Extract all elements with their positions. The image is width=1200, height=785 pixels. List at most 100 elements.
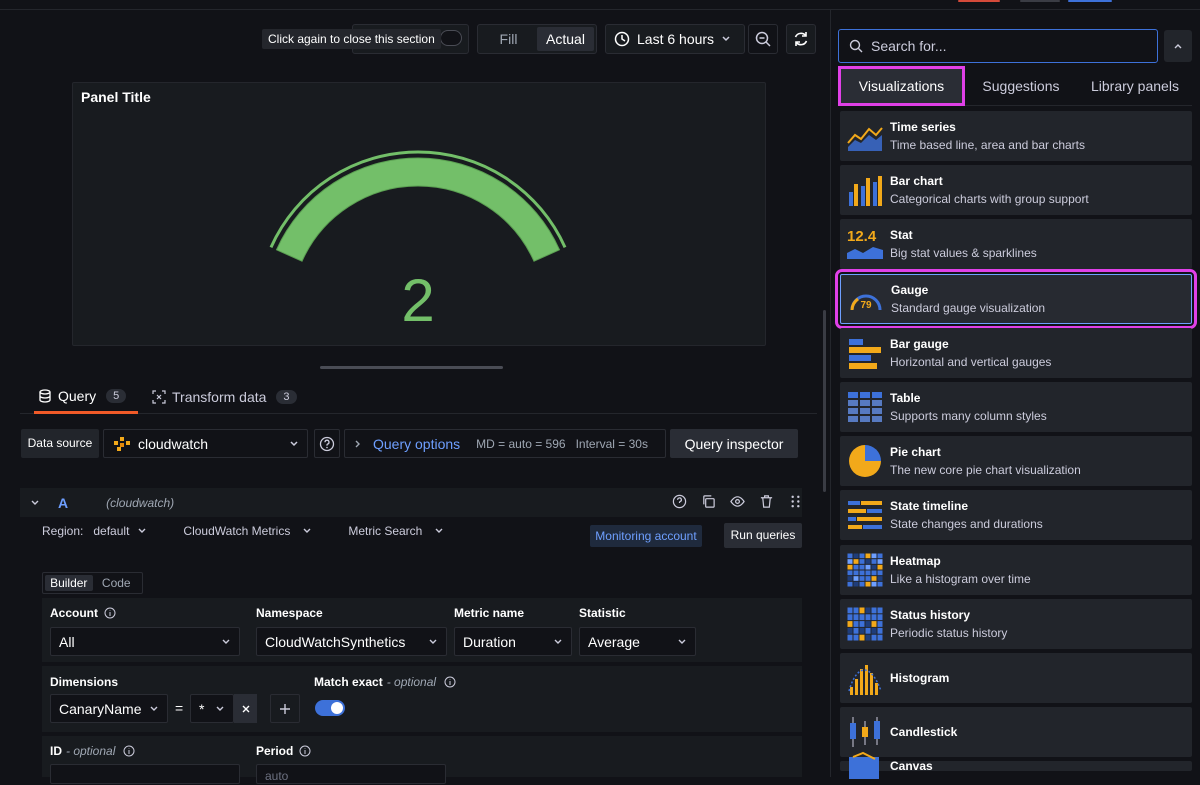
vis-item-histogram[interactable]: Histogram — [840, 653, 1192, 703]
builder-code-toggle[interactable]: Builder Code — [42, 572, 143, 594]
region-label: Region: — [42, 524, 84, 538]
account-select[interactable]: All — [50, 627, 240, 656]
svg-text:12.4: 12.4 — [847, 228, 877, 245]
remove-dimension-button[interactable] — [234, 694, 257, 723]
search-placeholder: Search for... — [871, 38, 947, 54]
editor-scrollbar[interactable] — [823, 310, 826, 492]
chevron-down-icon — [290, 440, 298, 446]
query-ref-id[interactable]: A — [58, 495, 68, 511]
vis-item-pie-chart[interactable]: Pie chart The new core pie chart visualiz… — [840, 436, 1192, 487]
vis-item-heatmap[interactable]: Heatmap Like a histogram over time — [840, 544, 1192, 595]
period-input[interactable]: auto — [256, 764, 446, 784]
top-button-save[interactable] — [958, 0, 1000, 2]
heatmap-icon — [846, 551, 884, 589]
top-button-discard[interactable] — [1020, 0, 1060, 2]
vis-item-state-timeline[interactable]: State timeline State changes and duration… — [840, 490, 1192, 541]
region-select[interactable]: default — [93, 524, 129, 538]
dimension-key-select[interactable]: CanaryName — [50, 694, 168, 723]
vis-item-table[interactable]: Table Supports many column styles — [840, 382, 1192, 432]
builder-option[interactable]: Builder — [45, 575, 93, 591]
dimension-value-select[interactable]: * — [190, 694, 234, 723]
metric-name-select[interactable]: Duration — [454, 627, 572, 656]
duplicate-icon[interactable] — [701, 494, 716, 509]
vis-item-desc: Categorical charts with group support — [890, 192, 1089, 207]
run-queries-button[interactable]: Run queries — [724, 523, 802, 548]
gauge-arc — [275, 157, 561, 262]
status-history-icon — [846, 605, 884, 643]
help-icon[interactable] — [672, 494, 687, 509]
statistic-select[interactable]: Average — [579, 627, 696, 656]
table-view-switch[interactable] — [440, 30, 462, 46]
tab-query-count: 5 — [106, 388, 127, 403]
fill-option[interactable]: Fill — [480, 27, 537, 51]
query-inspector-button[interactable]: Query inspector — [670, 429, 798, 458]
visualization-search[interactable]: Search for... — [838, 29, 1158, 63]
tab-suggestions[interactable]: Suggestions — [964, 78, 1078, 94]
plus-icon — [280, 703, 290, 714]
question-icon — [319, 436, 335, 451]
vis-item-time-series[interactable]: Time series Time based line, area and bar… — [840, 111, 1192, 161]
metric-name-value: Duration — [463, 633, 516, 650]
eye-icon[interactable] — [730, 494, 745, 509]
vis-item-text: Heatmap Like a histogram over time — [890, 554, 1031, 586]
vis-item-gauge[interactable]: 79 Gauge Standard gauge visualization — [835, 268, 1197, 329]
time-range-picker[interactable]: Last 6 hours — [605, 24, 745, 54]
fill-actual-toggle[interactable]: Fill Actual — [477, 24, 597, 54]
query-options[interactable]: Query options MD = auto = 596 Interval =… — [344, 429, 666, 458]
vis-item-bar-gauge[interactable]: Bar gauge Horizontal and vertical gauges — [840, 327, 1192, 378]
time-series-icon — [846, 117, 884, 155]
vis-item-name: Status history — [890, 607, 971, 622]
top-button-apply[interactable] — [1068, 0, 1112, 2]
panel-preview[interactable]: Panel Title 2 — [72, 82, 766, 346]
namespace-select[interactable]: CloudWatchSynthetics — [256, 627, 447, 656]
gauge-value: 2 — [401, 267, 434, 334]
account-label: Account — [50, 606, 116, 620]
monitoring-account-badge[interactable]: Monitoring account — [590, 525, 702, 547]
info-icon[interactable] — [444, 676, 456, 688]
datasource-help-button[interactable] — [314, 429, 340, 458]
mode-select[interactable]: Metric Search — [348, 524, 422, 538]
drag-handle-icon[interactable] — [788, 494, 803, 509]
actual-option[interactable]: Actual — [537, 27, 594, 51]
query-options-link[interactable]: Query options — [373, 436, 460, 452]
trash-icon[interactable] — [759, 494, 774, 509]
vis-item-stat[interactable]: 12.4 Stat Big stat values & sparklines — [840, 219, 1192, 270]
stat-icon: 12.4 — [846, 225, 884, 263]
vis-item-desc: Standard gauge visualization — [891, 300, 1046, 315]
vis-item-bar-chart[interactable]: Bar chart Categorical charts with group s… — [840, 165, 1192, 216]
match-exact-text: Match exact — [314, 675, 383, 689]
tab-transform[interactable]: Transform data 3 — [152, 380, 297, 414]
collapse-icon[interactable] — [30, 498, 40, 508]
state-timeline-icon — [846, 496, 884, 534]
tab-visualizations[interactable]: Visualizations — [838, 65, 965, 106]
service-select[interactable]: CloudWatch Metrics — [183, 524, 290, 538]
match-exact-switch[interactable] — [315, 700, 345, 716]
dimension-operator: = — [175, 700, 184, 716]
tab-library-panels[interactable]: Library panels — [1078, 78, 1192, 94]
zoom-out-button[interactable] — [748, 24, 778, 54]
vis-item-text: Pie chart The new core pie chart visualiz… — [890, 445, 1081, 477]
add-dimension-button[interactable] — [270, 694, 300, 723]
collapse-pane-button[interactable] — [1164, 30, 1192, 62]
info-icon[interactable] — [104, 607, 116, 619]
datasource-label: Data source — [21, 429, 99, 458]
refresh-button[interactable] — [786, 24, 816, 54]
panel-resize-handle[interactable] — [320, 366, 503, 369]
account-label-text: Account — [50, 606, 98, 620]
gauge-chart: 2 — [269, 150, 567, 334]
id-input[interactable] — [50, 764, 240, 784]
vis-item-candlestick[interactable]: Candlestick — [840, 707, 1192, 758]
tab-query[interactable]: Query 5 — [34, 380, 139, 414]
dimension-value: * — [199, 700, 205, 717]
chevron-down-icon — [303, 528, 311, 533]
info-icon[interactable] — [299, 745, 311, 757]
chevron-down-icon — [678, 639, 686, 644]
dimensions-label: Dimensions — [50, 675, 119, 689]
datasource-select[interactable]: cloudwatch — [103, 429, 308, 458]
optional-text: - optional — [386, 675, 437, 689]
vis-item-status-history[interactable]: Status history Periodic status history — [840, 598, 1192, 649]
refresh-icon — [794, 32, 808, 46]
vis-item-canvas[interactable]: Canvas — [840, 752, 1192, 780]
info-icon[interactable] — [123, 745, 135, 757]
code-option[interactable]: Code — [93, 575, 141, 591]
